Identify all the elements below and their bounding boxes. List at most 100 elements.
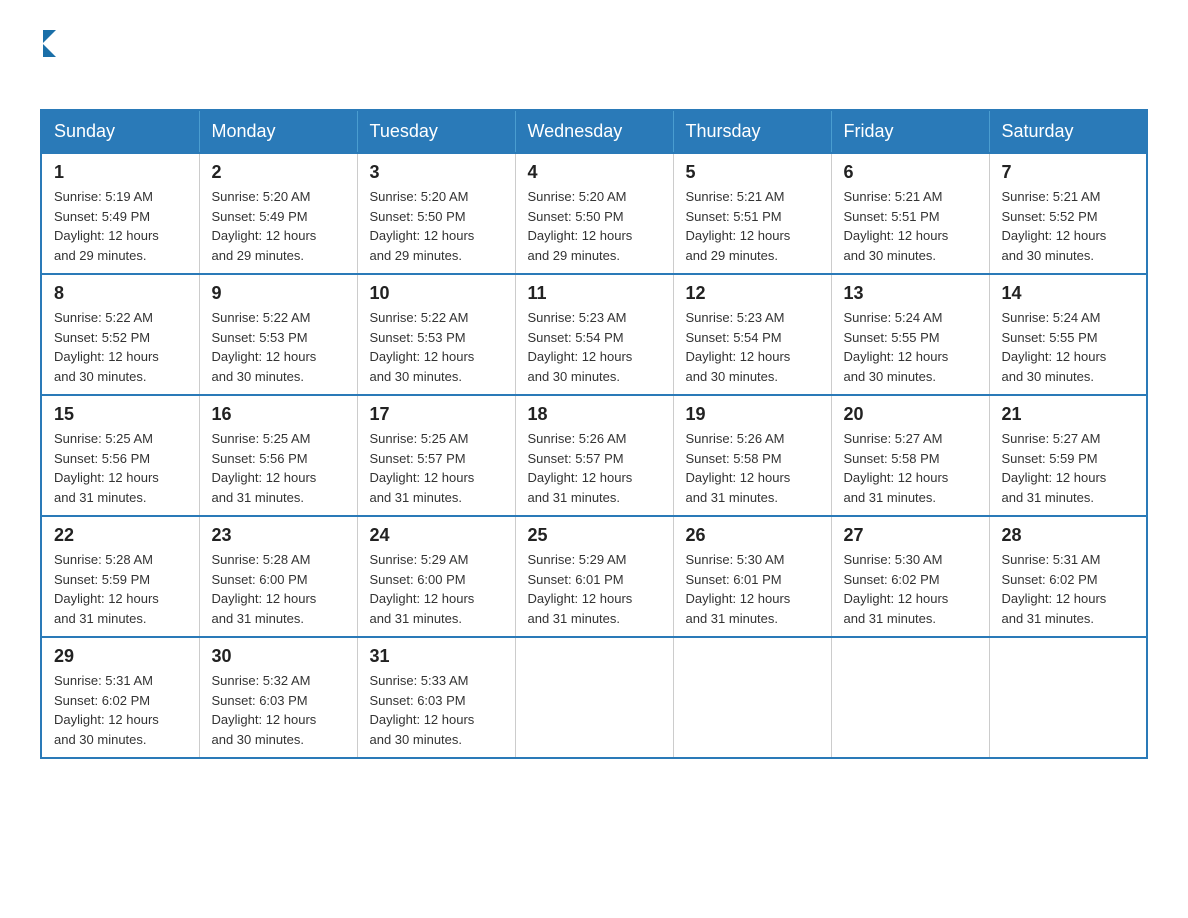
weekday-header-monday: Monday — [199, 110, 357, 153]
day-number: 12 — [686, 283, 819, 304]
day-number: 15 — [54, 404, 187, 425]
day-number: 24 — [370, 525, 503, 546]
day-number: 13 — [844, 283, 977, 304]
calendar-cell: 18 Sunrise: 5:26 AMSunset: 5:57 PMDaylig… — [515, 395, 673, 516]
day-number: 27 — [844, 525, 977, 546]
day-info: Sunrise: 5:23 AMSunset: 5:54 PMDaylight:… — [686, 310, 791, 384]
calendar-week-row: 15 Sunrise: 5:25 AMSunset: 5:56 PMDaylig… — [41, 395, 1147, 516]
weekday-header-tuesday: Tuesday — [357, 110, 515, 153]
calendar-cell — [673, 637, 831, 758]
calendar-cell — [831, 637, 989, 758]
day-number: 18 — [528, 404, 661, 425]
day-info: Sunrise: 5:29 AMSunset: 6:01 PMDaylight:… — [528, 552, 633, 626]
day-info: Sunrise: 5:21 AMSunset: 5:51 PMDaylight:… — [686, 189, 791, 263]
calendar-cell: 15 Sunrise: 5:25 AMSunset: 5:56 PMDaylig… — [41, 395, 199, 516]
day-number: 2 — [212, 162, 345, 183]
day-number: 8 — [54, 283, 187, 304]
calendar-cell: 6 Sunrise: 5:21 AMSunset: 5:51 PMDayligh… — [831, 153, 989, 274]
day-info: Sunrise: 5:26 AMSunset: 5:58 PMDaylight:… — [686, 431, 791, 505]
weekday-header-saturday: Saturday — [989, 110, 1147, 153]
calendar-cell: 28 Sunrise: 5:31 AMSunset: 6:02 PMDaylig… — [989, 516, 1147, 637]
day-number: 28 — [1002, 525, 1135, 546]
day-number: 3 — [370, 162, 503, 183]
day-number: 9 — [212, 283, 345, 304]
day-info: Sunrise: 5:25 AMSunset: 5:56 PMDaylight:… — [212, 431, 317, 505]
day-info: Sunrise: 5:22 AMSunset: 5:52 PMDaylight:… — [54, 310, 159, 384]
page-header — [40, 30, 1148, 89]
day-info: Sunrise: 5:26 AMSunset: 5:57 PMDaylight:… — [528, 431, 633, 505]
calendar-cell: 21 Sunrise: 5:27 AMSunset: 5:59 PMDaylig… — [989, 395, 1147, 516]
weekday-header-thursday: Thursday — [673, 110, 831, 153]
day-number: 6 — [844, 162, 977, 183]
calendar-cell: 16 Sunrise: 5:25 AMSunset: 5:56 PMDaylig… — [199, 395, 357, 516]
calendar-cell: 29 Sunrise: 5:31 AMSunset: 6:02 PMDaylig… — [41, 637, 199, 758]
day-number: 26 — [686, 525, 819, 546]
day-info: Sunrise: 5:22 AMSunset: 5:53 PMDaylight:… — [370, 310, 475, 384]
weekday-header-friday: Friday — [831, 110, 989, 153]
day-number: 11 — [528, 283, 661, 304]
calendar-cell: 23 Sunrise: 5:28 AMSunset: 6:00 PMDaylig… — [199, 516, 357, 637]
calendar-cell — [989, 637, 1147, 758]
day-info: Sunrise: 5:32 AMSunset: 6:03 PMDaylight:… — [212, 673, 317, 747]
day-info: Sunrise: 5:33 AMSunset: 6:03 PMDaylight:… — [370, 673, 475, 747]
day-number: 16 — [212, 404, 345, 425]
calendar-cell: 1 Sunrise: 5:19 AMSunset: 5:49 PMDayligh… — [41, 153, 199, 274]
day-number: 4 — [528, 162, 661, 183]
day-info: Sunrise: 5:24 AMSunset: 5:55 PMDaylight:… — [1002, 310, 1107, 384]
weekday-header-wednesday: Wednesday — [515, 110, 673, 153]
calendar-cell: 20 Sunrise: 5:27 AMSunset: 5:58 PMDaylig… — [831, 395, 989, 516]
day-number: 23 — [212, 525, 345, 546]
calendar-cell: 13 Sunrise: 5:24 AMSunset: 5:55 PMDaylig… — [831, 274, 989, 395]
day-info: Sunrise: 5:20 AMSunset: 5:50 PMDaylight:… — [528, 189, 633, 263]
calendar-week-row: 8 Sunrise: 5:22 AMSunset: 5:52 PMDayligh… — [41, 274, 1147, 395]
day-info: Sunrise: 5:23 AMSunset: 5:54 PMDaylight:… — [528, 310, 633, 384]
calendar-table: SundayMondayTuesdayWednesdayThursdayFrid… — [40, 109, 1148, 759]
calendar-cell: 10 Sunrise: 5:22 AMSunset: 5:53 PMDaylig… — [357, 274, 515, 395]
day-info: Sunrise: 5:27 AMSunset: 5:58 PMDaylight:… — [844, 431, 949, 505]
calendar-cell: 11 Sunrise: 5:23 AMSunset: 5:54 PMDaylig… — [515, 274, 673, 395]
day-number: 7 — [1002, 162, 1135, 183]
day-info: Sunrise: 5:28 AMSunset: 6:00 PMDaylight:… — [212, 552, 317, 626]
day-number: 25 — [528, 525, 661, 546]
calendar-cell: 31 Sunrise: 5:33 AMSunset: 6:03 PMDaylig… — [357, 637, 515, 758]
calendar-cell: 12 Sunrise: 5:23 AMSunset: 5:54 PMDaylig… — [673, 274, 831, 395]
calendar-cell: 30 Sunrise: 5:32 AMSunset: 6:03 PMDaylig… — [199, 637, 357, 758]
day-number: 31 — [370, 646, 503, 667]
day-info: Sunrise: 5:21 AMSunset: 5:51 PMDaylight:… — [844, 189, 949, 263]
day-info: Sunrise: 5:29 AMSunset: 6:00 PMDaylight:… — [370, 552, 475, 626]
calendar-cell: 25 Sunrise: 5:29 AMSunset: 6:01 PMDaylig… — [515, 516, 673, 637]
calendar-cell: 7 Sunrise: 5:21 AMSunset: 5:52 PMDayligh… — [989, 153, 1147, 274]
day-info: Sunrise: 5:27 AMSunset: 5:59 PMDaylight:… — [1002, 431, 1107, 505]
day-info: Sunrise: 5:22 AMSunset: 5:53 PMDaylight:… — [212, 310, 317, 384]
day-number: 17 — [370, 404, 503, 425]
day-info: Sunrise: 5:20 AMSunset: 5:49 PMDaylight:… — [212, 189, 317, 263]
day-info: Sunrise: 5:24 AMSunset: 5:55 PMDaylight:… — [844, 310, 949, 384]
day-number: 20 — [844, 404, 977, 425]
weekday-header-row: SundayMondayTuesdayWednesdayThursdayFrid… — [41, 110, 1147, 153]
logo — [40, 30, 56, 89]
day-info: Sunrise: 5:25 AMSunset: 5:56 PMDaylight:… — [54, 431, 159, 505]
day-info: Sunrise: 5:31 AMSunset: 6:02 PMDaylight:… — [54, 673, 159, 747]
day-number: 19 — [686, 404, 819, 425]
calendar-cell: 3 Sunrise: 5:20 AMSunset: 5:50 PMDayligh… — [357, 153, 515, 274]
calendar-cell: 22 Sunrise: 5:28 AMSunset: 5:59 PMDaylig… — [41, 516, 199, 637]
calendar-cell: 19 Sunrise: 5:26 AMSunset: 5:58 PMDaylig… — [673, 395, 831, 516]
day-info: Sunrise: 5:21 AMSunset: 5:52 PMDaylight:… — [1002, 189, 1107, 263]
day-number: 14 — [1002, 283, 1135, 304]
calendar-cell: 8 Sunrise: 5:22 AMSunset: 5:52 PMDayligh… — [41, 274, 199, 395]
calendar-week-row: 22 Sunrise: 5:28 AMSunset: 5:59 PMDaylig… — [41, 516, 1147, 637]
calendar-week-row: 1 Sunrise: 5:19 AMSunset: 5:49 PMDayligh… — [41, 153, 1147, 274]
day-info: Sunrise: 5:30 AMSunset: 6:02 PMDaylight:… — [844, 552, 949, 626]
day-number: 22 — [54, 525, 187, 546]
day-info: Sunrise: 5:28 AMSunset: 5:59 PMDaylight:… — [54, 552, 159, 626]
day-info: Sunrise: 5:31 AMSunset: 6:02 PMDaylight:… — [1002, 552, 1107, 626]
calendar-cell: 26 Sunrise: 5:30 AMSunset: 6:01 PMDaylig… — [673, 516, 831, 637]
day-info: Sunrise: 5:19 AMSunset: 5:49 PMDaylight:… — [54, 189, 159, 263]
weekday-header-sunday: Sunday — [41, 110, 199, 153]
day-info: Sunrise: 5:30 AMSunset: 6:01 PMDaylight:… — [686, 552, 791, 626]
calendar-week-row: 29 Sunrise: 5:31 AMSunset: 6:02 PMDaylig… — [41, 637, 1147, 758]
calendar-cell: 27 Sunrise: 5:30 AMSunset: 6:02 PMDaylig… — [831, 516, 989, 637]
day-number: 30 — [212, 646, 345, 667]
day-number: 21 — [1002, 404, 1135, 425]
calendar-cell — [515, 637, 673, 758]
